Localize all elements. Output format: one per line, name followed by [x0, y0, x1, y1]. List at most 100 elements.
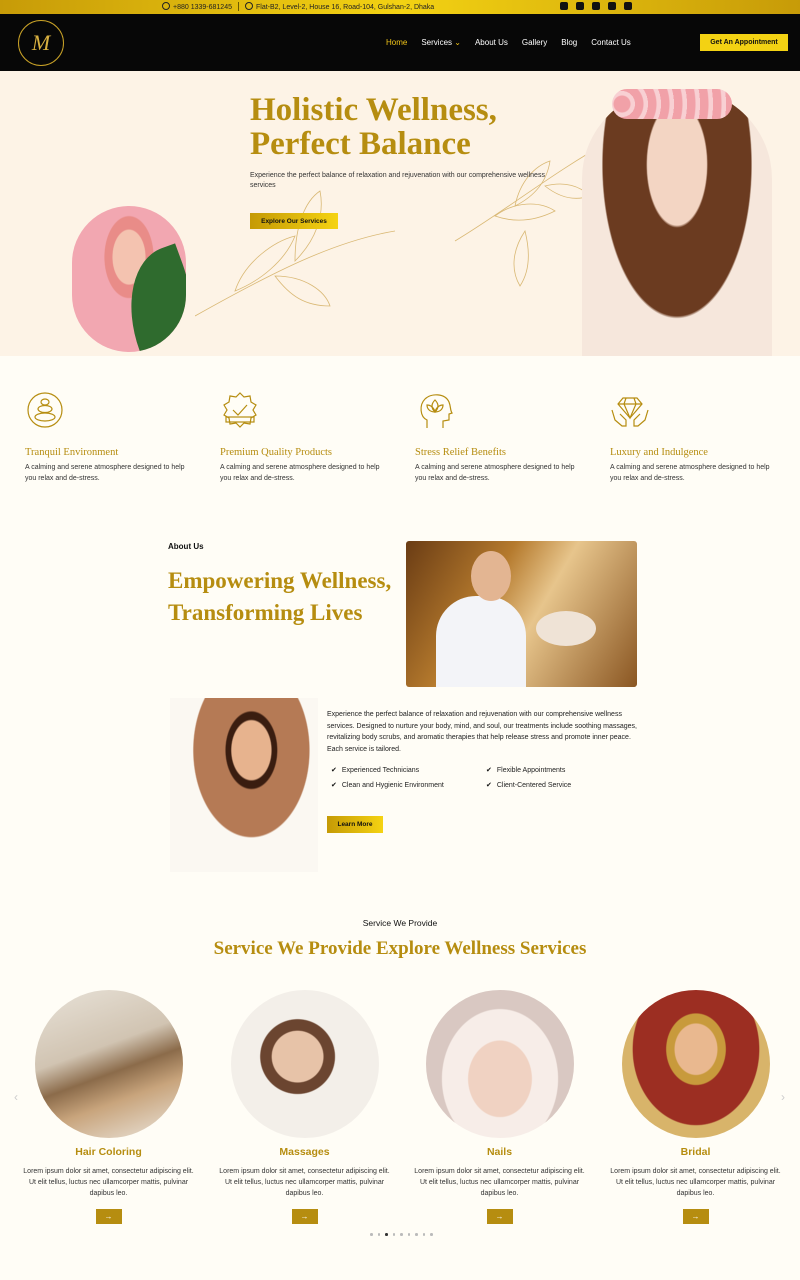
check-label: Flexible Appointments	[496, 767, 566, 774]
service-card-hair-coloring: Hair Coloring Lorem ipsum dolor sit amet…	[21, 990, 196, 1224]
brand-logo[interactable]: M	[18, 20, 64, 66]
whatsapp-icon	[162, 2, 170, 10]
nav-services[interactable]: Services ⌄	[421, 38, 461, 47]
check-label: Clean and Hygienic Environment	[341, 782, 444, 789]
feature-premium: Premium Quality Products A calming and s…	[220, 390, 390, 484]
hero-subtitle: Experience the perfect balance of relaxa…	[250, 172, 545, 189]
service-card-bridal: Bridal Lorem ipsum dolor sit amet, conse…	[608, 990, 783, 1224]
feature-stress-relief: Stress Relief Benefits A calming and ser…	[415, 390, 585, 484]
hair-coloring-image	[34, 990, 183, 1138]
feature-title: Luxury and Indulgence	[610, 447, 708, 458]
service-arrow-button[interactable]: →	[682, 1209, 709, 1224]
service-name: Bridal	[680, 1146, 711, 1158]
check-item: ✔ Experienced Technicians	[331, 766, 419, 774]
service-text: Lorem ipsum dolor sit amet, consectetur …	[23, 1168, 194, 1197]
carousel-prev-button[interactable]: ‹	[14, 1090, 18, 1104]
feature-luxury: Luxury and Indulgence A calming and sere…	[610, 390, 780, 484]
massage-image	[230, 990, 379, 1138]
pagination-dot[interactable]	[400, 1233, 403, 1236]
nav-services-label: Services	[421, 38, 453, 47]
flower-crown	[612, 89, 732, 119]
address-item: Flat-B2, Level-2, House 16, Road-104, Gu…	[244, 2, 435, 11]
services-title: Service We Provide Explore Wellness Serv…	[213, 938, 587, 959]
carousel-pagination	[370, 1233, 433, 1236]
hero-title-line2: Perfect Balance	[250, 126, 471, 162]
service-name: Nails	[486, 1146, 513, 1158]
service-arrow-button[interactable]: →	[486, 1209, 513, 1224]
pagination-dot[interactable]	[430, 1233, 433, 1236]
feature-title: Tranquil Environment	[25, 447, 119, 458]
nav-gallery[interactable]: Gallery	[522, 38, 547, 47]
nav-about[interactable]: About Us	[475, 38, 508, 47]
social-links	[560, 2, 632, 10]
youtube-icon[interactable]	[608, 2, 616, 10]
get-appointment-button[interactable]: Get An Appointment	[700, 34, 788, 51]
about-eyebrow: About Us	[168, 542, 204, 551]
check-label: Experienced Technicians	[341, 767, 420, 774]
check-icon: ✔	[486, 782, 492, 789]
service-arrow-button[interactable]: →	[291, 1209, 318, 1224]
feature-title: Premium Quality Products	[220, 447, 332, 458]
service-text: Lorem ipsum dolor sit amet, consectetur …	[610, 1168, 781, 1197]
facebook-icon[interactable]	[560, 2, 568, 10]
nav-home[interactable]: Home	[386, 38, 407, 47]
check-icon: ✔	[331, 767, 337, 774]
explore-services-button[interactable]: Explore Our Services	[250, 213, 338, 229]
learn-more-button[interactable]: Learn More	[327, 816, 383, 833]
therapist-coat	[436, 596, 526, 687]
chevron-down-icon: ⌄	[454, 38, 461, 47]
instagram-icon[interactable]	[576, 2, 584, 10]
divider	[237, 2, 239, 11]
service-name: Hair Coloring	[75, 1146, 142, 1158]
nails-image	[425, 990, 574, 1138]
nav-menu: Home Services ⌄ About Us Gallery Blog Co…	[386, 38, 631, 47]
nav-blog[interactable]: Blog	[561, 38, 577, 47]
feature-tranquil: Tranquil Environment A calming and seren…	[25, 390, 195, 484]
nav-contact[interactable]: Contact Us	[591, 38, 631, 47]
service-arrow-button[interactable]: →	[95, 1209, 122, 1224]
feature-title: Stress Relief Benefits	[415, 447, 506, 458]
leaf-shape	[109, 243, 186, 352]
linkedin-icon[interactable]	[592, 2, 600, 10]
facial-treatment-image	[406, 541, 637, 687]
pagination-dot[interactable]	[415, 1233, 418, 1236]
phone-text: +880 1339-681245	[173, 4, 232, 11]
address-text: Flat-B2, Level-2, House 16, Road-104, Gu…	[255, 4, 435, 11]
therapist-head	[471, 551, 511, 601]
model-portrait-image	[72, 206, 186, 352]
check-item: ✔ Flexible Appointments	[486, 766, 565, 774]
pagination-dot[interactable]	[422, 1233, 425, 1236]
check-icon: ✔	[486, 767, 492, 774]
services-eyebrow: Service We Provide	[362, 918, 438, 928]
service-text: Lorem ipsum dolor sit amet, consectetur …	[414, 1168, 585, 1197]
bride-portrait-image	[170, 698, 318, 872]
pagination-dot[interactable]	[370, 1233, 373, 1236]
hero-title: Holistic Wellness, Perfect Balance	[250, 93, 570, 161]
mind-lotus-icon	[420, 394, 453, 428]
check-icon: ✔	[331, 782, 337, 789]
zen-stones-icon	[27, 392, 63, 428]
about-title-line2: Transforming Lives	[168, 600, 363, 625]
feature-text: A calming and serene atmosphere designed…	[220, 464, 380, 482]
service-text: Lorem ipsum dolor sit amet, consectetur …	[219, 1168, 390, 1197]
about-title-line1: Empowering Wellness,	[168, 568, 392, 593]
main-navbar: M Home Services ⌄ About Us Gallery Blog …	[0, 14, 800, 71]
hero-title-line1: Holistic Wellness,	[250, 92, 497, 128]
tiktok-icon[interactable]	[624, 2, 632, 10]
about-text: Experience the perfect balance of relaxa…	[327, 711, 637, 753]
pagination-dot[interactable]	[407, 1233, 410, 1236]
feature-text: A calming and serene atmosphere designed…	[415, 464, 575, 482]
check-label: Client-Centered Service	[496, 782, 572, 789]
client-face-mask	[536, 611, 596, 646]
check-item: ✔ Clean and Hygienic Environment	[331, 781, 444, 789]
service-name: Massages	[279, 1146, 330, 1158]
contact-info: +880 1339-681245 Flat-B2, Level-2, House…	[162, 2, 434, 11]
pagination-dot[interactable]	[377, 1233, 380, 1236]
phone-item[interactable]: +880 1339-681245	[162, 2, 232, 11]
service-card-massages: Massages Lorem ipsum dolor sit amet, con…	[217, 990, 392, 1224]
pagination-dot-active[interactable]	[385, 1233, 388, 1236]
about-title: Empowering Wellness, Transforming Lives	[168, 565, 408, 629]
pagination-dot[interactable]	[392, 1233, 395, 1236]
check-item: ✔ Client-Centered Service	[486, 781, 571, 789]
flower-crown-model-image	[582, 89, 772, 356]
